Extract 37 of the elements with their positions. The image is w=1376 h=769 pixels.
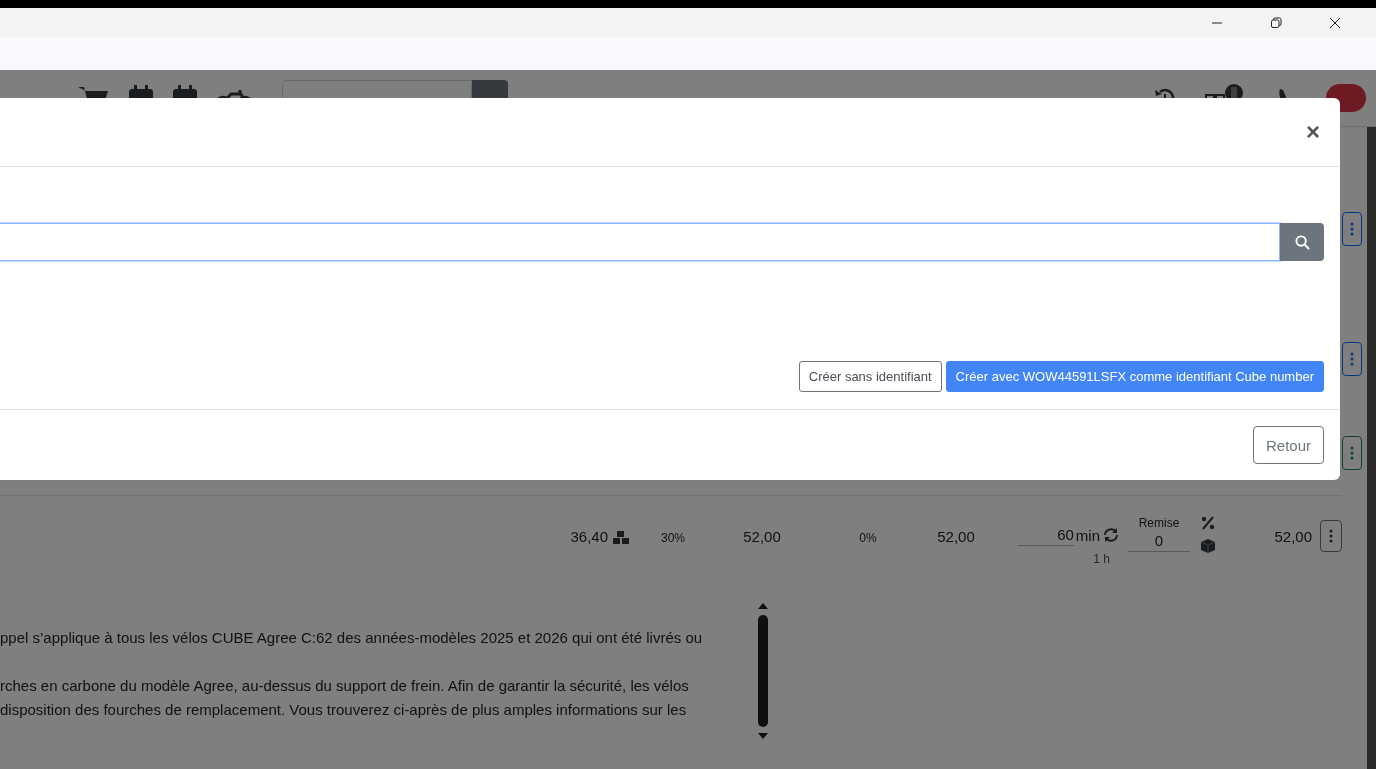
more-icon [1350,446,1354,460]
discount-percent: 0% [858,530,878,545]
more-button[interactable] [1320,520,1342,552]
scroll-down-icon[interactable] [757,732,769,740]
restore-icon[interactable] [1270,16,1282,29]
box-icon[interactable] [1200,538,1216,554]
description-line: ppel s’applique à tous les vélos CUBE Agree C:62 des années-modèles 2025 et 2026 qui ont été livrés ou [0,628,704,648]
search-field[interactable] [0,223,1280,261]
create-with-id-button[interactable]: Créer avec WOW44591LSFX comme identifiant Cube number [945,361,1324,392]
create-without-id-button[interactable]: Créer sans identifiant [798,361,942,392]
close-button[interactable]: × [1302,118,1324,146]
back-button[interactable]: Retour [1252,426,1324,464]
more-button[interactable] [1342,342,1362,376]
scrollbar-thumb[interactable] [758,615,768,727]
total-value: 52,00 [1273,527,1312,545]
search-icon [1294,234,1310,250]
description-line: rches en carbone du modèle Agree, au-dessus du support de frein. Afin de garantir la sécurité, les vélos [0,676,690,696]
more-icon [1329,529,1333,543]
scroll-up-icon[interactable] [757,602,769,610]
net-value: 52,00 [936,527,976,545]
more-icon [1350,222,1354,236]
cost-value: 36,40 [569,527,608,545]
cubes-icon [612,530,630,546]
duration-unit: min [1075,526,1100,544]
duration-field[interactable]: 60 [1017,524,1074,546]
close-icon[interactable] [1329,16,1341,29]
price-value: 52,00 [742,527,782,545]
description-line: disposition des fourches de remplacement. Vous trouverez ci-après de plus amples informations sur les [0,700,688,720]
more-button[interactable] [1342,212,1362,246]
refresh-icon[interactable] [1102,527,1120,543]
discount-field[interactable]: 0 [1128,530,1190,552]
more-icon [1350,352,1354,366]
duration-hours: 1 h [1093,552,1110,566]
more-button[interactable] [1342,436,1362,470]
percent-icon[interactable] [1201,516,1215,530]
margin-value: 30% [660,530,686,545]
discount-label: Remise [1138,516,1180,530]
